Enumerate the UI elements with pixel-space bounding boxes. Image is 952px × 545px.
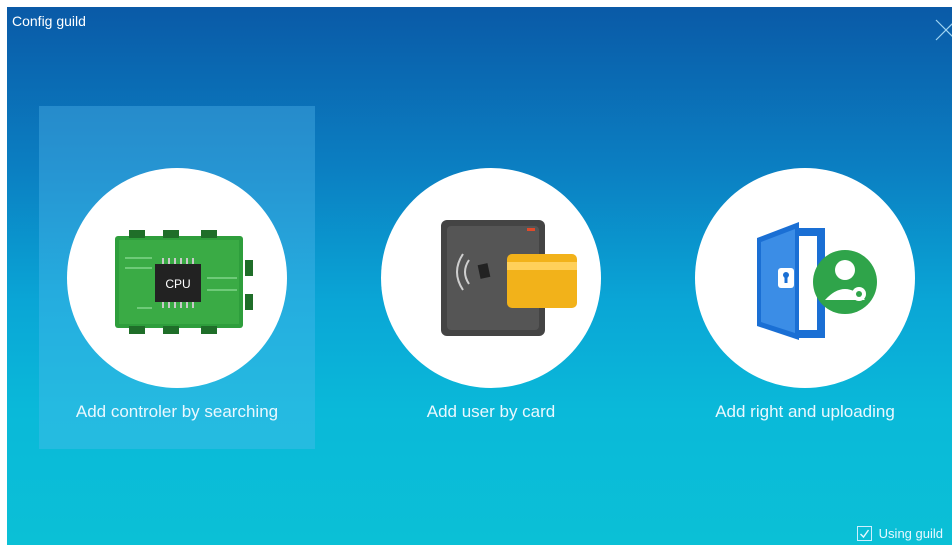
cpu-board-icon: CPU xyxy=(115,230,253,334)
using-guide-toggle[interactable]: Using guild xyxy=(856,526,943,541)
option-add-controller[interactable]: CPU Add controler by searching xyxy=(39,106,315,449)
option-label: Add user by card xyxy=(426,402,556,421)
using-guide-checkbox[interactable] xyxy=(856,526,872,541)
close-icon xyxy=(935,19,952,41)
option-label: Add controler by searching xyxy=(75,402,279,421)
checkmark-icon xyxy=(859,529,869,539)
cpu-chip-label: CPU xyxy=(165,277,190,291)
option-add-user-by-card[interactable]: Add user by card xyxy=(353,106,629,449)
option-icon-circle: CPU xyxy=(67,168,287,388)
option-label: Add right and uploading xyxy=(715,402,895,421)
option-icon-circle xyxy=(695,168,915,388)
dialog-title: Config guild xyxy=(12,13,86,29)
option-add-right-upload[interactable]: Add right and uploading xyxy=(667,106,943,449)
close-button[interactable] xyxy=(932,16,952,44)
card-reader-icon xyxy=(441,220,577,336)
door-user-settings-icon xyxy=(757,222,877,340)
config-guide-dialog: Config guild CPU Add controler by search… xyxy=(7,7,952,545)
using-guide-label: Using guild xyxy=(878,526,943,541)
option-icon-circle xyxy=(381,168,601,388)
